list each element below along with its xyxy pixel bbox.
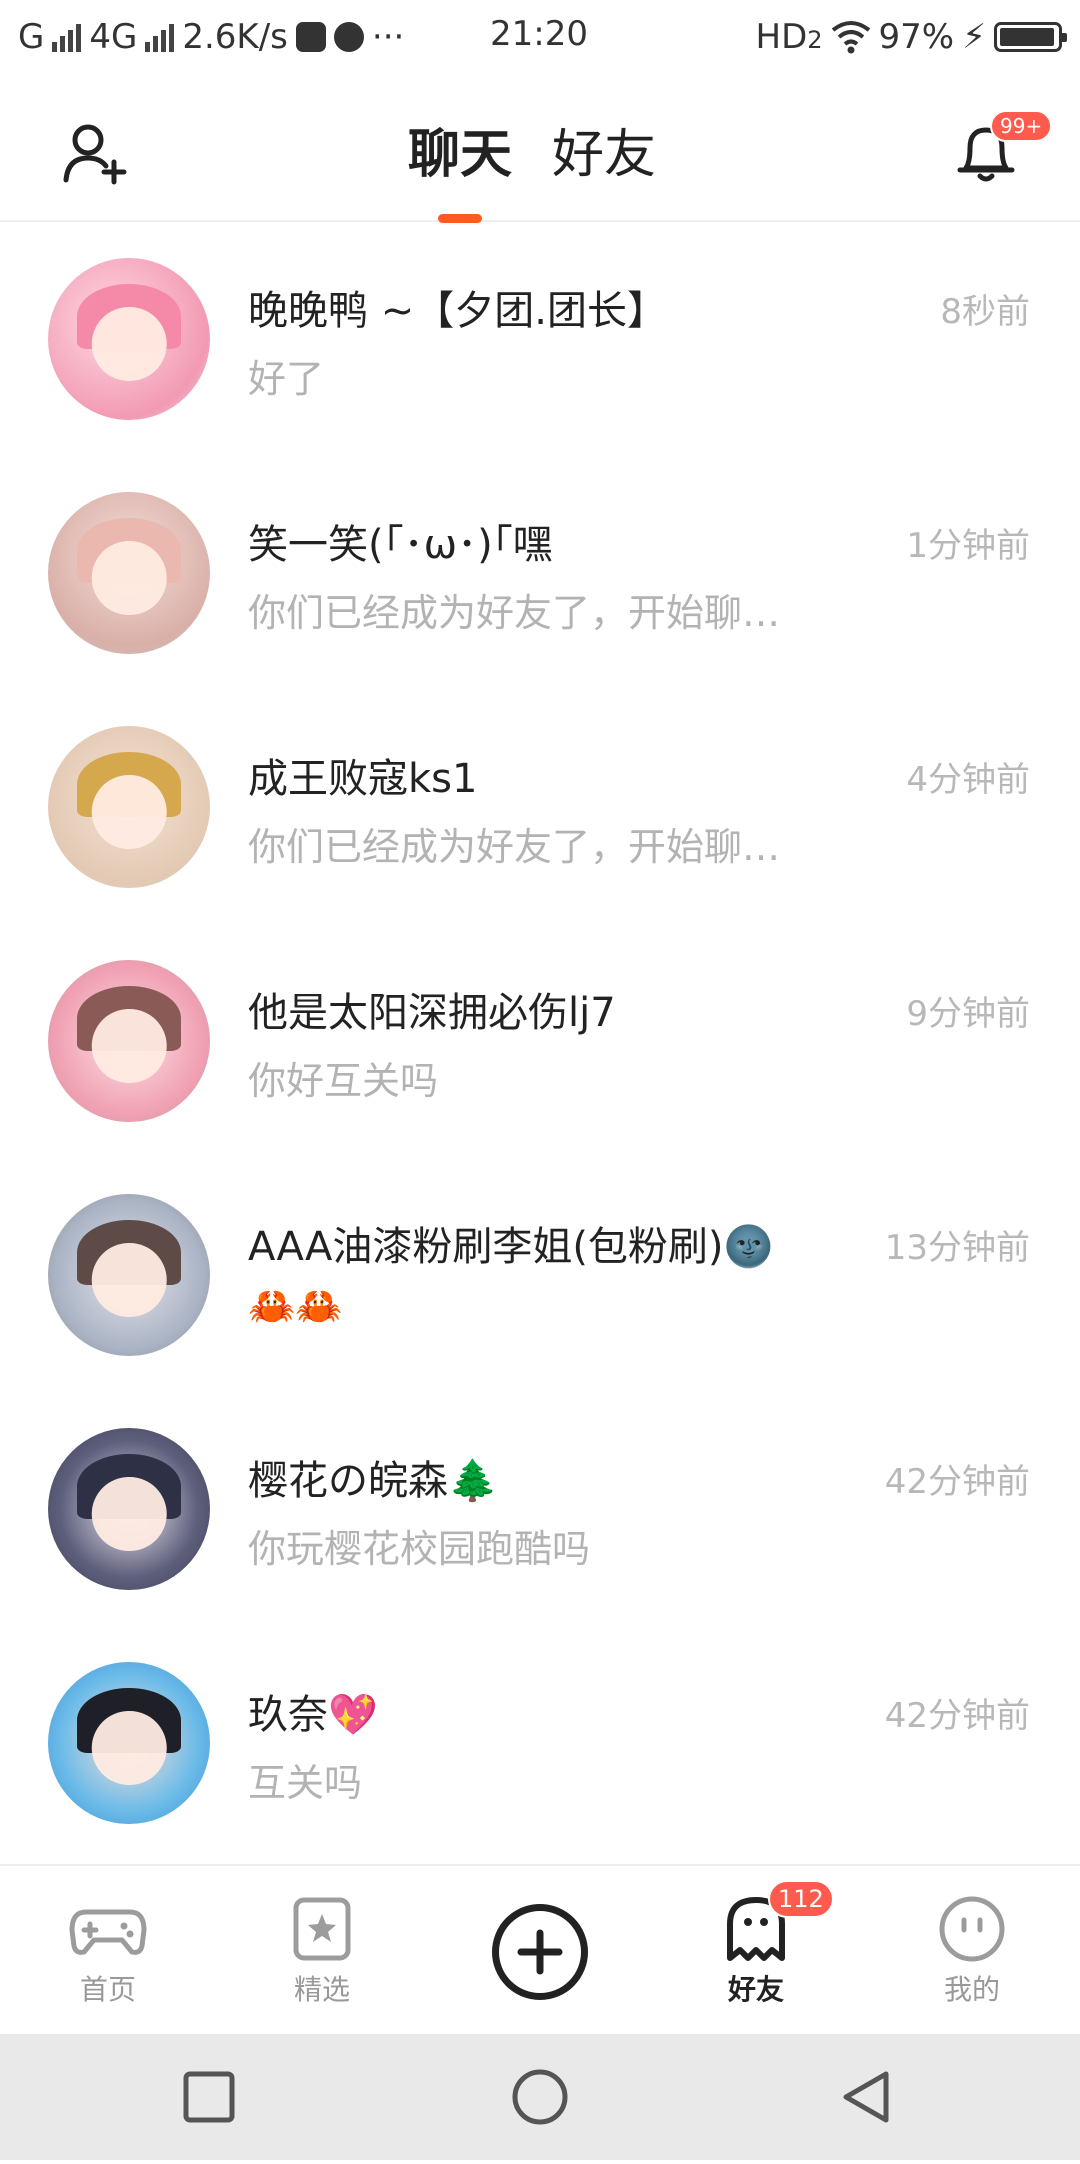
chat-time: 42分钟前 [884,1462,1030,1502]
star-bookmark-icon [293,1897,351,1961]
chat-preview: 你好互关吗 [248,1059,439,1103]
status-left: G 4G 2.6K/s ··· [18,17,404,57]
notification-badge: 99+ [990,110,1053,142]
signal-icon-2 [145,22,175,52]
chat-item[interactable]: 成王败寇ks1 你们已经成为好友了，开始聊… 4分钟前 [0,690,1080,924]
chat-name: 晚晚鸭 ~【夕团.团长】 [248,288,667,334]
home-circle-icon[interactable] [512,2069,568,2125]
clock: 21:20 [490,14,588,54]
nav-home[interactable]: 首页 [48,1894,168,2008]
chat-preview: 你们已经成为好友了，开始聊… [248,825,781,869]
chat-item[interactable]: 笑一笑(｢･ω･)｢嘿 你们已经成为好友了，开始聊… 1分钟前 [0,456,1080,690]
publish-button[interactable] [492,1904,588,2000]
chat-preview: 互关吗 [248,1761,363,1805]
chat-name: 成王败寇ks1 [248,756,478,802]
avatar [48,258,210,420]
hd-sub: 2 [807,26,823,54]
nav-featured[interactable]: 精选 [262,1894,382,2008]
chat-preview: 好了 [248,357,325,401]
nav-friends[interactable]: 112 好友 [696,1880,834,2014]
carrier-label: G [18,17,45,57]
signal-icon [52,22,82,52]
avatar [48,726,210,888]
battery-percent: 97% [878,17,955,57]
chat-item[interactable]: 玖奈💖 互关吗 42分钟前 [0,1626,1080,1860]
nav-label: 首页 [79,1973,136,2006]
add-friend-icon[interactable] [62,120,128,186]
header-tabs: 聊天 好友 [408,112,656,213]
chat-time: 8秒前 [940,292,1030,332]
hd-text: HD [755,17,808,57]
chat-item[interactable]: 樱花の皖森🌲 你玩樱花校园跑酷吗 42分钟前 [0,1392,1080,1626]
chat-name: 他是太阳深拥必伤lj7 [248,990,616,1036]
status-bar: G 4G 2.6K/s ··· 21:20 HD2 97% ⚡ [0,0,1080,74]
more-notifications-icon: ··· [371,17,405,57]
tab-friends[interactable]: 好友 [552,112,656,213]
hd-label: HD2 [756,17,823,57]
chat-item[interactable]: AAA油漆粉刷李姐(包粉刷)🌚 🦀🦀 13分钟前 [0,1158,1080,1392]
nav-label: 我的 [943,1973,1000,2006]
avatar [48,1662,210,1824]
chat-time: 13分钟前 [884,1228,1030,1268]
plus-icon [517,1929,563,1975]
battery-icon [994,22,1067,52]
nav-label: 好友 [696,1968,816,2014]
chat-name: 笑一笑(｢･ω･)｢嘿 [248,522,553,568]
chat-time: 4分钟前 [906,760,1030,800]
nav-label: 精选 [293,1973,350,2006]
system-nav-buttons [183,2069,889,2125]
chat-item[interactable]: 晚晚鸭 ~【夕团.团长】 好了 8秒前 [0,222,1080,456]
network-speed: 2.6K/s [182,17,288,57]
charging-icon: ⚡ [962,17,986,57]
wechat-icon [333,22,364,52]
bottom-nav: 首页 精选 112 好友 我的 [0,1864,1080,2034]
recent-apps-icon[interactable] [183,2071,235,2123]
avatar [48,1194,210,1356]
face-icon [939,1896,1005,1962]
back-triangle-icon[interactable] [843,2071,889,2123]
avatar [48,1428,210,1590]
system-nav-bar [0,2034,1080,2160]
chat-list: 晚晚鸭 ~【夕团.团长】 好了 8秒前 笑一笑(｢･ω･)｢嘿 你们已经成为好友… [0,222,1080,1860]
avatar [48,960,210,1122]
chat-preview: 你们已经成为好友了，开始聊… [248,591,781,635]
chat-item[interactable]: 他是太阳深拥必伤lj7 你好互关吗 9分钟前 [0,924,1080,1158]
network-label: 4G [89,17,138,57]
gamepad-icon [69,1909,147,1955]
nav-profile[interactable]: 我的 [912,1894,1032,2008]
chat-time: 1分钟前 [906,526,1030,566]
chat-name: 玖奈💖 [248,1692,378,1738]
chat-time: 9分钟前 [906,994,1030,1034]
wifi-icon [831,21,870,54]
avatar [48,492,210,654]
top-header: 聊天 好友 99+ [0,74,1080,222]
message-app-icon [295,22,326,52]
chat-preview: 你玩樱花校园跑酷吗 [248,1527,591,1571]
status-right: HD2 97% ⚡ [756,17,1067,57]
chat-name: AAA油漆粉刷李姐(包粉刷)🌚 [248,1224,774,1270]
chat-name: 樱花の皖森🌲 [248,1458,498,1504]
tab-chat[interactable]: 聊天 [408,112,512,213]
chat-time: 42分钟前 [884,1696,1030,1736]
chat-preview: 🦀🦀 [248,1284,343,1328]
friends-badge: 112 [768,1880,834,1918]
